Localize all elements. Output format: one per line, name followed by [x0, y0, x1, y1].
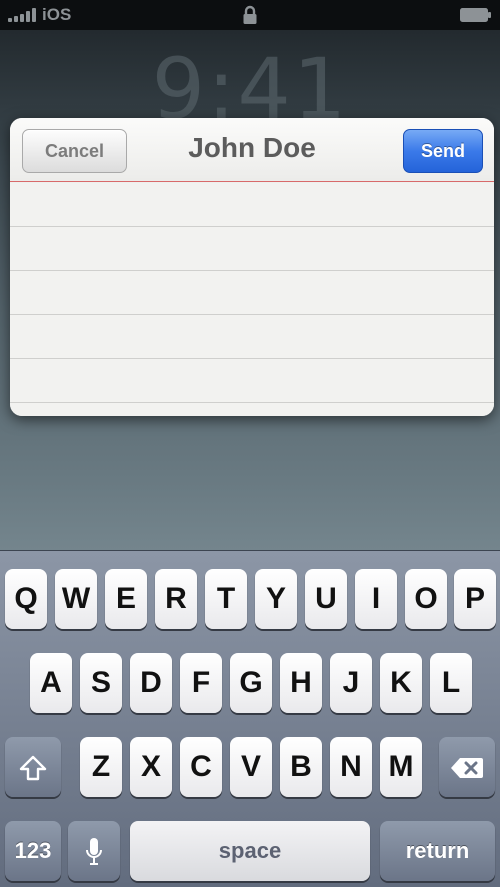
return-key[interactable]: return	[380, 821, 495, 881]
compose-sheet: Cancel John Doe Send	[10, 118, 494, 416]
shift-icon	[19, 755, 47, 781]
key-d[interactable]: D	[130, 653, 172, 713]
key-a[interactable]: A	[30, 653, 72, 713]
key-c[interactable]: C	[180, 737, 222, 797]
keyboard: Q W E R T Y U I O P A S D F G H J K L Z …	[0, 550, 500, 887]
compose-header: Cancel John Doe Send	[10, 118, 494, 182]
key-n[interactable]: N	[330, 737, 372, 797]
numbers-key[interactable]: 123	[5, 821, 61, 881]
compose-title: John Doe	[188, 132, 316, 163]
key-g[interactable]: G	[230, 653, 272, 713]
key-h[interactable]: H	[280, 653, 322, 713]
key-x[interactable]: X	[130, 737, 172, 797]
key-j[interactable]: J	[330, 653, 372, 713]
key-i[interactable]: I	[355, 569, 397, 629]
message-text-area[interactable]	[10, 183, 494, 416]
space-key[interactable]: space	[130, 821, 370, 881]
key-r[interactable]: R	[155, 569, 197, 629]
key-b[interactable]: B	[280, 737, 322, 797]
key-e[interactable]: E	[105, 569, 147, 629]
key-w[interactable]: W	[55, 569, 97, 629]
key-p[interactable]: P	[454, 569, 496, 629]
delete-icon	[451, 758, 483, 779]
delete-key[interactable]	[439, 737, 495, 797]
key-y[interactable]: Y	[255, 569, 297, 629]
battery-icon	[460, 8, 492, 22]
key-v[interactable]: V	[230, 737, 272, 797]
key-o[interactable]: O	[405, 569, 447, 629]
key-m[interactable]: M	[380, 737, 422, 797]
signal-icon	[8, 8, 38, 22]
key-l[interactable]: L	[430, 653, 472, 713]
shift-key[interactable]	[5, 737, 61, 797]
dictation-key[interactable]	[68, 821, 120, 881]
status-bar: iOS	[0, 0, 500, 30]
send-button[interactable]: Send	[403, 129, 483, 173]
key-z[interactable]: Z	[80, 737, 122, 797]
microphone-icon	[86, 838, 102, 866]
key-f[interactable]: F	[180, 653, 222, 713]
carrier-name: iOS	[42, 5, 72, 24]
key-q[interactable]: Q	[5, 569, 47, 629]
cancel-button[interactable]: Cancel	[22, 129, 127, 173]
key-s[interactable]: S	[80, 653, 122, 713]
key-t[interactable]: T	[205, 569, 247, 629]
key-u[interactable]: U	[305, 569, 347, 629]
lock-icon	[240, 5, 260, 25]
key-k[interactable]: K	[380, 653, 422, 713]
